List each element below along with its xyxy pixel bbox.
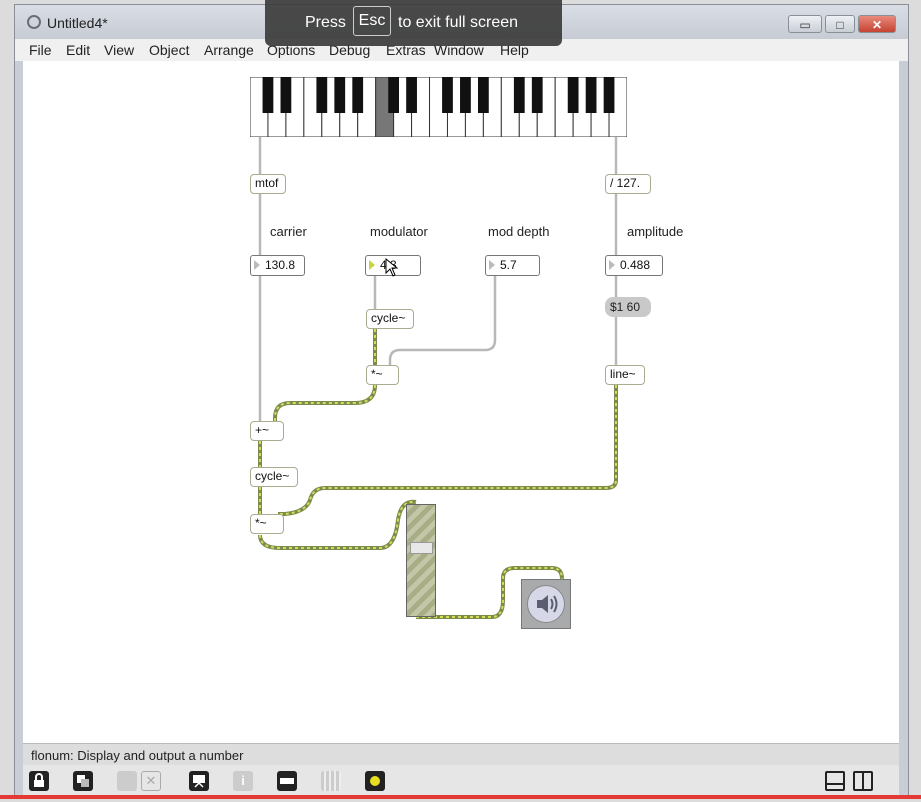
black-key[interactable] — [352, 77, 364, 113]
gain-slider[interactable] — [406, 504, 436, 617]
black-key[interactable] — [603, 77, 615, 113]
black-key[interactable] — [531, 77, 543, 113]
label-carrier: carrier — [270, 224, 307, 239]
black-key[interactable] — [316, 77, 328, 113]
black-key[interactable] — [262, 77, 274, 113]
add-object[interactable]: +~ — [250, 421, 284, 441]
black-key[interactable] — [406, 77, 417, 113]
divide-127-object[interactable]: / 127. — [605, 174, 651, 194]
mod-depth-value: 5.7 — [500, 258, 517, 272]
black-key[interactable] — [334, 77, 346, 113]
fullscreen-exit-text: to exit full screen — [398, 14, 519, 31]
audio-cords — [258, 329, 618, 619]
label-modulator: modulator — [370, 224, 428, 239]
black-key[interactable] — [280, 77, 292, 113]
speaker-icon — [537, 595, 558, 613]
fullscreen-notice: Press Esc to exit full screen — [265, 0, 562, 46]
gain-slider-knob[interactable] — [410, 542, 433, 555]
black-key[interactable] — [460, 77, 471, 113]
fullscreen-press-text: Press — [305, 14, 346, 31]
speaker-button[interactable] — [527, 585, 565, 623]
message-box[interactable]: $1 60 — [605, 297, 651, 317]
label-amplitude: amplitude — [627, 224, 684, 239]
black-key[interactable] — [388, 77, 400, 113]
black-key[interactable] — [567, 77, 579, 113]
black-key[interactable] — [585, 77, 597, 113]
multiply-depth-object[interactable]: *~ — [366, 365, 399, 385]
mouse-cursor-icon — [385, 258, 399, 277]
amplitude-value: 0.488 — [620, 258, 651, 272]
kslider-keyboard[interactable] — [250, 77, 627, 137]
label-mod-depth: mod depth — [488, 224, 550, 239]
carrier-number-box[interactable]: 130.8 — [250, 255, 305, 276]
esc-key-badge: Esc — [353, 6, 391, 36]
progress-bar — [0, 795, 921, 799]
cycle-carrier-object[interactable]: cycle~ — [250, 467, 298, 487]
carrier-value: 130.8 — [265, 258, 296, 272]
ezdac-object[interactable] — [521, 579, 571, 629]
mtof-object[interactable]: mtof — [250, 174, 286, 194]
black-key[interactable] — [442, 77, 453, 113]
amplitude-number-box[interactable]: 0.488 — [605, 255, 663, 276]
mod-depth-number-box[interactable]: 5.7 — [485, 255, 540, 276]
black-key[interactable] — [477, 77, 489, 113]
cycle-modulator-object[interactable]: cycle~ — [366, 309, 414, 329]
black-key[interactable] — [513, 77, 525, 113]
line-object[interactable]: line~ — [605, 365, 645, 385]
multiply-amplitude-object[interactable]: *~ — [250, 514, 284, 534]
